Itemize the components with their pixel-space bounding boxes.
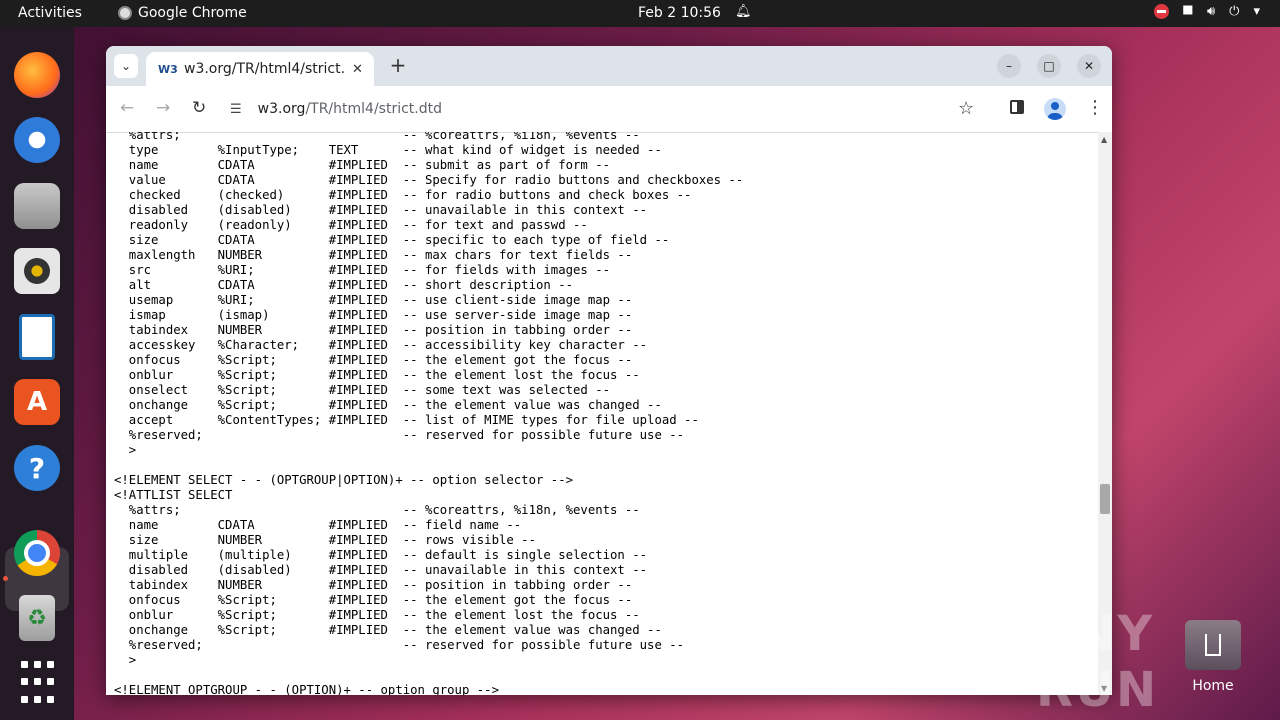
dock: A ? ♻ (0, 27, 74, 720)
firefox-icon[interactable] (14, 52, 60, 98)
clock[interactable]: Feb 2 10:56 (638, 5, 721, 21)
power-icon[interactable]: ⏻ (1229, 4, 1239, 19)
minimize-button[interactable]: – (997, 54, 1021, 78)
back-button[interactable]: ← (120, 98, 134, 118)
maximize-button[interactable]: □ (1037, 54, 1061, 78)
url-text[interactable]: w3.org/TR/html4/strict.dtd (258, 101, 442, 117)
site-info-icon[interactable]: ☰ (230, 102, 242, 117)
tab-strip: ⌄ W3 w3.org/TR/html4/strict.dtd ✕ + – □ … (106, 46, 1112, 86)
rhythmbox-icon[interactable] (14, 248, 60, 294)
system-tray[interactable]: ⯀ 🔊︎ ⏻ ▾ (1153, 4, 1260, 19)
app-name: Google Chrome (138, 5, 247, 21)
browser-toolbar: ← → ↻ ☰ w3.org/TR/html4/strict.dtd ☆ ⋮ (106, 86, 1112, 133)
new-tab-button[interactable]: + (386, 54, 410, 78)
browser-window: ⌄ W3 w3.org/TR/html4/strict.dtd ✕ + – □ … (106, 46, 1112, 695)
menu-kebab-icon[interactable]: ⋮ (1086, 97, 1104, 118)
tab-strict-dtd[interactable]: W3 w3.org/TR/html4/strict.dtd ✕ (146, 52, 374, 86)
show-apps-icon[interactable] (14, 659, 60, 705)
activities-button[interactable]: Activities (18, 5, 82, 21)
close-tab-icon[interactable]: ✕ (352, 62, 363, 77)
home-folder-icon (1185, 620, 1241, 670)
bookmark-star-icon[interactable]: ☆ (958, 98, 974, 119)
url-host: w3.org (257, 101, 306, 117)
trash-icon[interactable]: ♻ (19, 595, 55, 641)
files-icon[interactable] (14, 183, 60, 229)
chrome-small-icon (118, 6, 132, 20)
page-content: %attrs; -- %coreattrs, %i18n, %events --… (106, 132, 1098, 695)
side-panel-icon[interactable] (1010, 100, 1024, 114)
scroll-thumb[interactable] (1100, 484, 1110, 514)
app-center-icon[interactable]: A (14, 379, 60, 425)
help-icon[interactable]: ? (14, 445, 60, 491)
url-path: /TR/html4/strict.dtd (305, 101, 442, 117)
top-bar: Activities Google Chrome Feb 2 10:56 🔔︎ … (0, 0, 1280, 27)
network-icon[interactable]: ⯀ (1183, 4, 1193, 19)
home-label: Home (1192, 678, 1234, 694)
do-not-disturb-icon[interactable] (1153, 4, 1169, 19)
dtd-text: %attrs; -- %coreattrs, %i18n, %events --… (114, 132, 744, 695)
close-window-button[interactable]: ✕ (1077, 54, 1101, 78)
app-menu[interactable]: Google Chrome (118, 5, 247, 21)
address-bar[interactable]: ☰ w3.org/TR/html4/strict.dtd (220, 92, 990, 126)
w3c-favicon-icon: W3 (158, 62, 178, 76)
running-indicator (3, 576, 8, 581)
chrome-icon[interactable] (14, 530, 60, 576)
libreoffice-writer-icon[interactable] (19, 314, 55, 360)
thunderbird-icon[interactable] (14, 117, 60, 163)
forward-button[interactable]: → (156, 98, 170, 118)
home-desktop-icon[interactable]: Home (1183, 620, 1243, 694)
anyrun-watermark: ANY RUN (1036, 606, 1159, 718)
tab-search-button[interactable]: ⌄ (114, 54, 138, 78)
chevron-down-icon[interactable]: ▾ (1253, 4, 1260, 19)
notification-bell-icon[interactable]: 🔔︎ (735, 4, 752, 19)
profile-avatar-icon[interactable] (1044, 98, 1066, 120)
volume-icon[interactable]: 🔊︎ (1207, 4, 1215, 19)
reload-button[interactable]: ↻ (192, 98, 206, 118)
scroll-up-icon[interactable]: ▲ (1101, 135, 1107, 144)
tab-title: w3.org/TR/html4/strict.dtd (184, 61, 344, 77)
